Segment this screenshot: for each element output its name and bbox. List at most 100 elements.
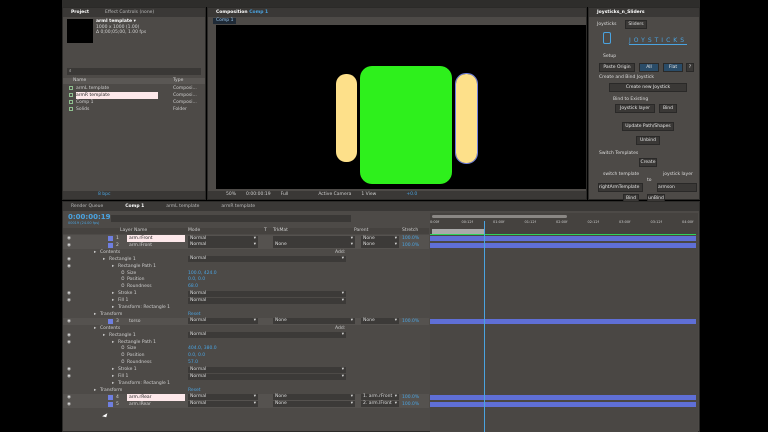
comp-thumbnail <box>67 19 93 43</box>
subtab-sliders[interactable]: Sliders <box>625 20 647 29</box>
tab-composition[interactable]: Composition Comp 1 <box>212 10 272 15</box>
mode-select[interactable]: Normal <box>188 235 258 242</box>
project-item-type: Composi... <box>173 86 197 91</box>
joystick-logo-icon <box>603 32 611 44</box>
timeline-tab[interactable]: Comp 1 <box>121 204 148 209</box>
template-select[interactable]: rightArmTemplate <box>598 183 643 192</box>
header-stretch[interactable]: Stretch <box>402 228 418 233</box>
trkmat-select[interactable]: None <box>273 242 355 249</box>
project-item[interactable]: armL template Composi... <box>63 85 205 92</box>
comp-breadcrumb[interactable]: Comp 1 <box>213 18 237 24</box>
timeline-tab[interactable]: armL template <box>162 204 203 209</box>
trkmat-select[interactable]: None <box>273 394 355 401</box>
folder-icon <box>69 107 73 111</box>
label-color[interactable] <box>108 236 113 241</box>
visibility-eye-icon[interactable]: ◉ <box>67 401 71 408</box>
parent-select[interactable]: None <box>361 318 399 325</box>
time-ruler[interactable]: 0:00f 00:12f 01:00f 01:12f 02:00f 02:12f 03:00… <box>430 220 698 228</box>
ruler-tick-label: 02:00f <box>556 220 568 224</box>
project-item-name: Solids <box>76 107 90 112</box>
zoom-select[interactable]: 50% <box>226 191 236 199</box>
mode-select[interactable]: Normal <box>188 401 258 408</box>
trkmat-select[interactable]: None <box>273 318 355 325</box>
label-color[interactable] <box>108 318 113 324</box>
tab-effect-controls[interactable]: Effect Controls (none) <box>101 10 158 15</box>
trkmat-select[interactable] <box>273 235 355 242</box>
label-color[interactable] <box>108 242 113 248</box>
parent-select[interactable]: 1. arm.rFront <box>361 394 399 401</box>
project-item[interactable]: Solids Folder <box>63 106 205 113</box>
project-item-type: Composi... <box>173 100 197 105</box>
trkmat-select[interactable]: None <box>273 401 355 408</box>
subtab-joysticks[interactable]: Joysticks <box>597 22 617 27</box>
timeline-search-input[interactable] <box>111 215 351 222</box>
unbind-button[interactable]: Unbind <box>636 136 660 145</box>
tab-label: Composition <box>216 10 248 15</box>
parent-select[interactable]: None <box>361 235 399 242</box>
mode-select[interactable]: Normal <box>188 394 258 401</box>
current-time-indicator[interactable] <box>484 221 485 432</box>
project-item[interactable]: Comp 1 Composi... <box>63 99 205 106</box>
blend-mode-select[interactable]: Normal <box>188 332 346 339</box>
parent-select[interactable]: 2. arm.lFront <box>361 401 399 408</box>
parent-select[interactable]: None <box>361 242 399 249</box>
shape-arm-left[interactable] <box>336 74 357 162</box>
project-item[interactable]: armR template Composi... <box>63 92 205 99</box>
project-item-type: Composi... <box>173 93 197 98</box>
blend-mode-select[interactable]: Normal <box>188 256 346 263</box>
stretch-value[interactable]: 100.0% <box>402 401 419 408</box>
mode-select[interactable]: Normal <box>188 318 258 325</box>
header-parent[interactable]: Parent <box>354 228 368 233</box>
comp-viewer[interactable] <box>216 25 586 189</box>
col-type[interactable]: Type <box>173 78 183 83</box>
blend-mode-select[interactable]: Normal <box>188 297 346 304</box>
camera-select[interactable]: Active Camera <box>318 191 351 199</box>
blend-mode-select[interactable]: Normal <box>188 366 346 373</box>
timeline-tab[interactable]: Render Queue <box>67 204 107 209</box>
blend-mode-select[interactable]: Normal <box>188 290 346 297</box>
update-path-shapes-button[interactable]: Update Path/Shapes <box>622 122 674 131</box>
timeline-timecode[interactable]: 0:00:00:19 <box>68 213 111 221</box>
all-button[interactable]: All <box>639 63 659 72</box>
col-name[interactable]: Name <box>73 78 86 83</box>
label-color[interactable] <box>108 394 113 400</box>
layer-duration-bar[interactable] <box>430 318 696 324</box>
layer-row[interactable]: ◉ 5 arm.lRearNormal None 2. arm.lFront100.0% <box>63 400 429 408</box>
resolution-select[interactable]: Full <box>281 191 289 199</box>
create-button[interactable]: Create <box>639 158 657 167</box>
timecode-display[interactable]: 0:00:00:19 <box>246 191 271 199</box>
layer-select[interactable]: armson <box>657 183 697 192</box>
timeline-tabs: Render Queue Comp 1 armL template armR temp… <box>63 202 699 211</box>
exposure-value[interactable]: +0.0 <box>406 191 417 199</box>
tab-project[interactable]: Project <box>67 10 93 15</box>
view-select[interactable]: 1 View <box>361 191 376 199</box>
project-panel: Project Effect Controls (none) armI temp… <box>62 7 206 200</box>
layer-name[interactable]: arm.lRear <box>127 401 185 408</box>
header-layer-name[interactable]: Layer Name <box>120 228 147 233</box>
bpc-button[interactable]: 8 bpc <box>98 192 110 197</box>
help-button[interactable]: ? <box>686 63 694 72</box>
header-mode[interactable]: Mode <box>188 228 200 233</box>
label-color[interactable] <box>108 401 113 407</box>
paste-origin-button[interactable]: Paste Origin <box>599 63 635 72</box>
timeline-tab[interactable]: armR template <box>217 204 259 209</box>
mode-select[interactable]: Normal <box>188 242 258 249</box>
ruler-tick-label: 01:12f <box>524 220 536 224</box>
header-trkmat[interactable]: TrkMat <box>273 228 288 233</box>
layer-duration-bar[interactable] <box>430 401 696 407</box>
layer-duration-bar[interactable] <box>430 236 696 241</box>
blend-mode-select[interactable]: Normal <box>188 373 346 380</box>
layer-duration-bar[interactable] <box>430 242 696 248</box>
shape-torso[interactable] <box>360 66 452 184</box>
header-t[interactable]: T <box>264 228 267 233</box>
project-search-input[interactable]: ⌕ <box>67 68 201 75</box>
flat-button[interactable]: Flat <box>663 63 683 72</box>
create-new-joystick-button[interactable]: Create new Joystick <box>609 83 687 92</box>
work-area-navigator[interactable] <box>432 215 567 218</box>
time-graph[interactable]: 0:00f 00:12f 01:00f 01:12f 02:00f 02:12f 03:00… <box>430 213 698 432</box>
shape-arm-right-selected[interactable] <box>455 73 478 164</box>
tab-joysticks-sliders[interactable]: Joysticks_n_Sliders <box>593 10 649 15</box>
joystick-layer-select[interactable]: Joystick layer <box>615 104 655 113</box>
bind-button[interactable]: Bind <box>659 104 677 113</box>
layer-duration-bar[interactable] <box>430 394 696 400</box>
